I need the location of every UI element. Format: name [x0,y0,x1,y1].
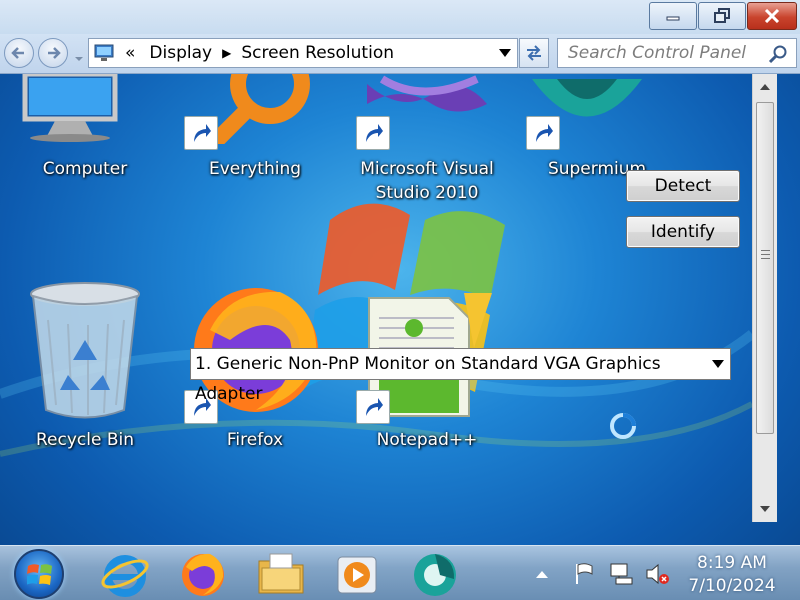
desktop-icon-computer[interactable]: Computer [10,74,150,184]
clock-time: 8:19 AM [697,553,767,573]
breadcrumb-display[interactable]: Display [149,43,212,63]
search-box[interactable] [557,38,797,68]
search-input[interactable] [568,40,768,66]
clock-date: 7/10/2024 [688,576,776,596]
address-dropdown-icon[interactable] [499,49,511,57]
windows-logo-icon [27,564,52,585]
breadcrumb-overflow[interactable]: « [125,43,135,63]
address-field[interactable]: « Display ▶ Screen Resolution [88,38,518,68]
minimize-icon [666,16,680,21]
volume-button[interactable] [642,546,672,600]
desktop-label-firefox: Firefox [226,430,284,450]
title-bar [0,0,800,34]
media-player-icon[interactable] [332,549,382,599]
breadcrumb-separator-icon[interactable]: ▶ [222,46,231,60]
chevron-up-icon [760,84,770,90]
desktop-label-visual-studio-line2: Studio 2010 [375,183,479,203]
scrollbar-thumb[interactable] [756,102,774,434]
back-button[interactable] [4,38,34,68]
refresh-icon [527,45,541,61]
busy-spinner-icon [610,413,636,439]
minimize-button[interactable] [649,2,697,30]
network-icon [610,563,633,584]
refresh-button[interactable] [519,38,549,68]
shortcut-arrow-icon [184,116,218,150]
identify-button[interactable]: Identify [626,216,740,248]
breadcrumb-screen-resolution[interactable]: Screen Resolution [241,43,394,63]
chevron-down-icon [760,506,770,512]
internet-explorer-icon[interactable] [100,549,150,599]
recent-pages-dropdown[interactable] [74,48,84,67]
navigation-bar: « Display ▶ Screen Resolution [0,34,800,74]
detect-button[interactable]: Detect [626,170,740,202]
volume-muted-icon [646,563,669,584]
desktop-label-computer: Computer [42,159,128,179]
chevron-down-icon [75,57,83,61]
close-button[interactable] [747,2,797,30]
desktop-label-visual-studio-line1: Microsoft Visual [360,159,494,179]
vertical-scrollbar[interactable] [752,74,777,522]
file-explorer-icon[interactable] [256,549,306,599]
desktop-label-recycle-bin: Recycle Bin [35,430,134,450]
restore-button[interactable] [698,2,746,30]
start-button[interactable] [14,549,64,599]
scroll-down-button[interactable] [753,498,777,520]
chevron-up-icon [536,570,548,578]
shortcut-arrow-icon [356,390,390,424]
action-center-button[interactable] [570,546,600,600]
recycle-bin-icon [30,282,140,419]
show-hidden-icons-button[interactable] [532,546,552,600]
control-panel-icon [94,44,114,61]
display-select[interactable]: 1. Generic Non-PnP Monitor on Standard V… [190,348,731,404]
window-controls [649,2,797,30]
desktop-icon-recycle-bin[interactable]: Recycle Bin [10,280,160,455]
search-icon[interactable] [768,44,788,64]
visual-studio-icon [367,75,487,112]
scroll-up-button[interactable] [753,76,777,98]
network-button[interactable] [606,546,636,600]
desktop-label-notepadpp: Notepad++ [376,430,478,450]
forward-button[interactable] [38,38,68,68]
shortcut-arrow-icon [526,116,560,150]
desktop-icon-visual-studio[interactable]: Microsoft Visual Studio 2010 [352,74,502,204]
system-clock[interactable]: 8:19 AM 7/10/2024 [680,552,784,598]
back-arrow-icon [11,47,24,59]
chevron-down-icon [712,360,724,368]
forward-arrow-icon [48,47,61,59]
flag-icon [576,562,593,584]
close-icon [764,9,780,23]
desktop-icon-supermium[interactable]: Supermium [522,74,672,184]
taskbar: 8:19 AM 7/10/2024 [0,545,800,600]
firefox-icon[interactable] [178,549,228,599]
computer-icon [22,74,118,142]
supermium-icon[interactable] [410,549,460,599]
desktop-icon-everything[interactable]: Everything [180,74,330,184]
restore-icon [714,8,730,23]
shortcut-arrow-icon [356,116,390,150]
desktop-label-everything: Everything [208,159,302,179]
